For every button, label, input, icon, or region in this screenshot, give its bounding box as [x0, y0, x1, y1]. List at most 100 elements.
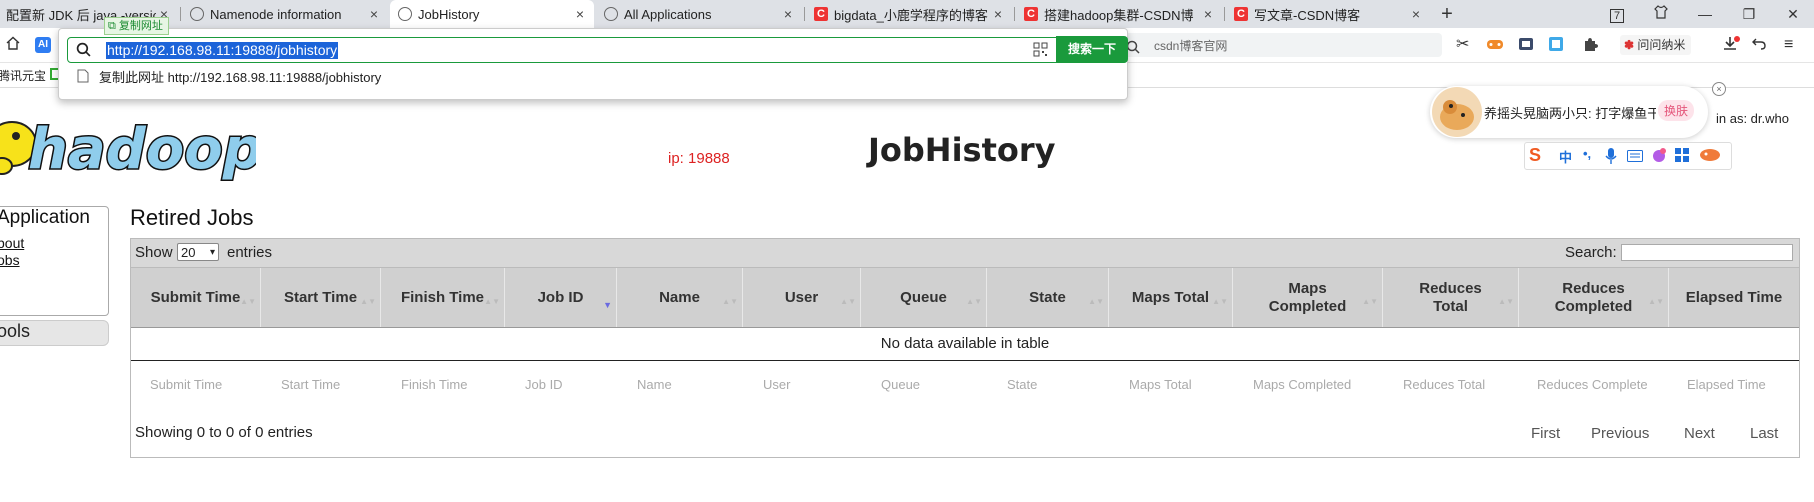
- sort-icon: ▲▼: [1212, 297, 1228, 306]
- column-job-id[interactable]: Job ID ▼: [505, 268, 617, 327]
- search-button[interactable]: 搜索一下: [1056, 36, 1128, 63]
- punctuation-icon[interactable]: •,: [1583, 146, 1591, 161]
- search-icon: [1126, 33, 1140, 59]
- pagination-first[interactable]: First: [1531, 425, 1560, 442]
- chinese-mode-icon[interactable]: 中: [1559, 147, 1572, 166]
- sort-icon: ▲▼: [484, 297, 500, 306]
- tab-close-icon[interactable]: ×: [780, 6, 796, 22]
- tab-close-icon[interactable]: ×: [1408, 6, 1424, 22]
- minimize-button[interactable]: —: [1686, 0, 1724, 28]
- column-state[interactable]: State ▲▼: [987, 268, 1109, 327]
- column-finish-time[interactable]: Finish Time ▲▼: [381, 268, 505, 327]
- column-maps-total[interactable]: Maps Total ▲▼: [1109, 268, 1233, 327]
- sidebar-search-box[interactable]: csdn博客官网: [1120, 33, 1442, 57]
- tab-label: JobHistory: [418, 6, 480, 22]
- grid-icon[interactable]: [1675, 148, 1689, 167]
- skin-button[interactable]: 换肤: [1658, 100, 1695, 121]
- screenshot-icon[interactable]: [1548, 36, 1564, 57]
- globe-icon: [604, 7, 618, 21]
- microphone-icon[interactable]: [1605, 148, 1617, 169]
- empty-table-row: No data available in table: [131, 327, 1799, 361]
- pagination-last[interactable]: Last: [1750, 425, 1778, 442]
- pagination-next[interactable]: Next: [1684, 425, 1715, 442]
- tab-all-applications[interactable]: All Applications ×: [596, 0, 802, 28]
- column-name[interactable]: Name ▲▼: [617, 268, 743, 327]
- column-reduces-completed[interactable]: Reduces Completed ▲▼: [1519, 268, 1669, 327]
- sidebar-link-jobs[interactable]: obs: [0, 252, 20, 268]
- sidebar-link-about[interactable]: bout: [0, 235, 24, 251]
- new-tab-button[interactable]: +: [1428, 0, 1466, 28]
- suggestion-item[interactable]: 复制此网址 http://192.168.98.11:19888/jobhist…: [77, 69, 381, 88]
- wenwen-label: 问问纳米: [1637, 38, 1686, 52]
- column-user[interactable]: User ▲▼: [743, 268, 861, 327]
- column-queue[interactable]: Queue ▲▼: [861, 268, 987, 327]
- tab-jobhistory[interactable]: JobHistory ×: [390, 0, 594, 28]
- tab-hadoop-cluster[interactable]: C 搭建hadoop集群-CSDN博 ×: [1016, 0, 1222, 28]
- footer-job-id: Job ID: [525, 377, 563, 392]
- footer-elapsed-time: Elapsed Time: [1687, 377, 1766, 392]
- page-icon: [77, 69, 89, 88]
- tab-close-icon[interactable]: ×: [1200, 6, 1216, 22]
- url-text[interactable]: http://192.168.98.11:19888/jobhistory: [106, 42, 339, 59]
- keyboard-icon[interactable]: [1627, 149, 1643, 167]
- tab-label: bigdata_小鹿学程序的博客: [834, 7, 988, 23]
- pagination-previous[interactable]: Previous: [1591, 425, 1649, 442]
- tab-label: All Applications: [624, 6, 712, 22]
- entries-label: entries: [227, 244, 273, 261]
- sogou-logo-icon[interactable]: S: [1529, 145, 1541, 165]
- page-title: JobHistory: [868, 131, 1056, 169]
- scissors-icon[interactable]: ✂: [1456, 36, 1469, 54]
- sogou-message-bubble[interactable]: 养摇头晃脑两小只: 打字爆鱼干 换肤 ×: [1430, 82, 1726, 138]
- home-icon[interactable]: [6, 36, 20, 55]
- show-label: Show: [135, 244, 173, 261]
- sidebar-heading: Application: [0, 207, 90, 228]
- column-start-time[interactable]: Start Time ▲▼: [261, 268, 381, 327]
- tab-close-icon[interactable]: ×: [366, 6, 382, 22]
- sidebar-tools[interactable]: ools: [0, 320, 109, 346]
- restore-button[interactable]: ❐: [1730, 0, 1768, 28]
- tab-count-badge[interactable]: 7: [1598, 0, 1636, 28]
- bookmark-yuanbao[interactable]: 腾讯元宝: [0, 67, 46, 84]
- csdn-icon: C: [814, 7, 828, 21]
- ai-icon[interactable]: AI: [35, 37, 51, 53]
- column-elapsed-time[interactable]: Elapsed Time: [1669, 268, 1799, 327]
- entries-select[interactable]: 20 ▾: [177, 243, 219, 261]
- avatar: [1432, 87, 1482, 137]
- search-icon: [76, 42, 91, 62]
- tab-bigdata-blog[interactable]: C bigdata_小鹿学程序的博客 ×: [806, 0, 1012, 28]
- sort-icon: ▲▼: [1362, 297, 1378, 306]
- undo-icon[interactable]: [1752, 36, 1766, 55]
- extensions-icon[interactable]: [1582, 36, 1598, 57]
- tab-close-icon[interactable]: ×: [572, 6, 588, 22]
- footer-maps-total: Maps Total: [1129, 377, 1192, 392]
- gamepad-icon[interactable]: [1486, 36, 1504, 57]
- sort-icon: ▲▼: [1648, 297, 1664, 306]
- tab-write-article[interactable]: C 写文章-CSDN博客 ×: [1226, 0, 1430, 28]
- column-reduces-total[interactable]: Reduces Total ▲▼: [1383, 268, 1519, 327]
- table-search-input[interactable]: [1621, 244, 1793, 261]
- reader-icon[interactable]: [1518, 36, 1534, 57]
- wenwen-icon: ✽: [1624, 38, 1635, 52]
- column-maps-completed[interactable]: Maps Completed ▲▼: [1233, 268, 1383, 327]
- tab-close-icon[interactable]: ×: [990, 6, 1006, 22]
- download-icon[interactable]: [1722, 36, 1740, 57]
- search-placeholder: csdn博客官网: [1154, 39, 1228, 53]
- close-icon[interactable]: ×: [1712, 82, 1726, 96]
- column-submit-time[interactable]: Submit Time ▲▼: [131, 268, 261, 327]
- shirt-icon[interactable]: [1642, 0, 1680, 28]
- table-controls: Show 20 ▾ entries Search:: [131, 239, 1799, 267]
- menu-icon[interactable]: ≡: [1784, 36, 1793, 54]
- sort-desc-icon: ▼: [603, 300, 612, 310]
- address-bar[interactable]: http://192.168.98.11:19888/jobhistory 搜索…: [67, 36, 1128, 63]
- qr-code-icon[interactable]: [1033, 42, 1048, 60]
- copy-url-tooltip[interactable]: ⧉ 复制网址: [104, 17, 169, 35]
- skin-icon[interactable]: [1651, 147, 1667, 168]
- wenwen-button[interactable]: ✽ 问问纳米: [1620, 35, 1692, 55]
- tab-bar: 配置新 JDK 后 java -versio × Namenode inform…: [0, 0, 1814, 28]
- sort-icon: ▲▼: [966, 297, 982, 306]
- csdn-icon: C: [1024, 7, 1038, 21]
- more-icon[interactable]: [1699, 147, 1721, 168]
- tab-namenode[interactable]: Namenode information ×: [182, 0, 388, 28]
- footer-submit-time: Submit Time: [150, 377, 223, 392]
- close-window-button[interactable]: ✕: [1774, 0, 1812, 28]
